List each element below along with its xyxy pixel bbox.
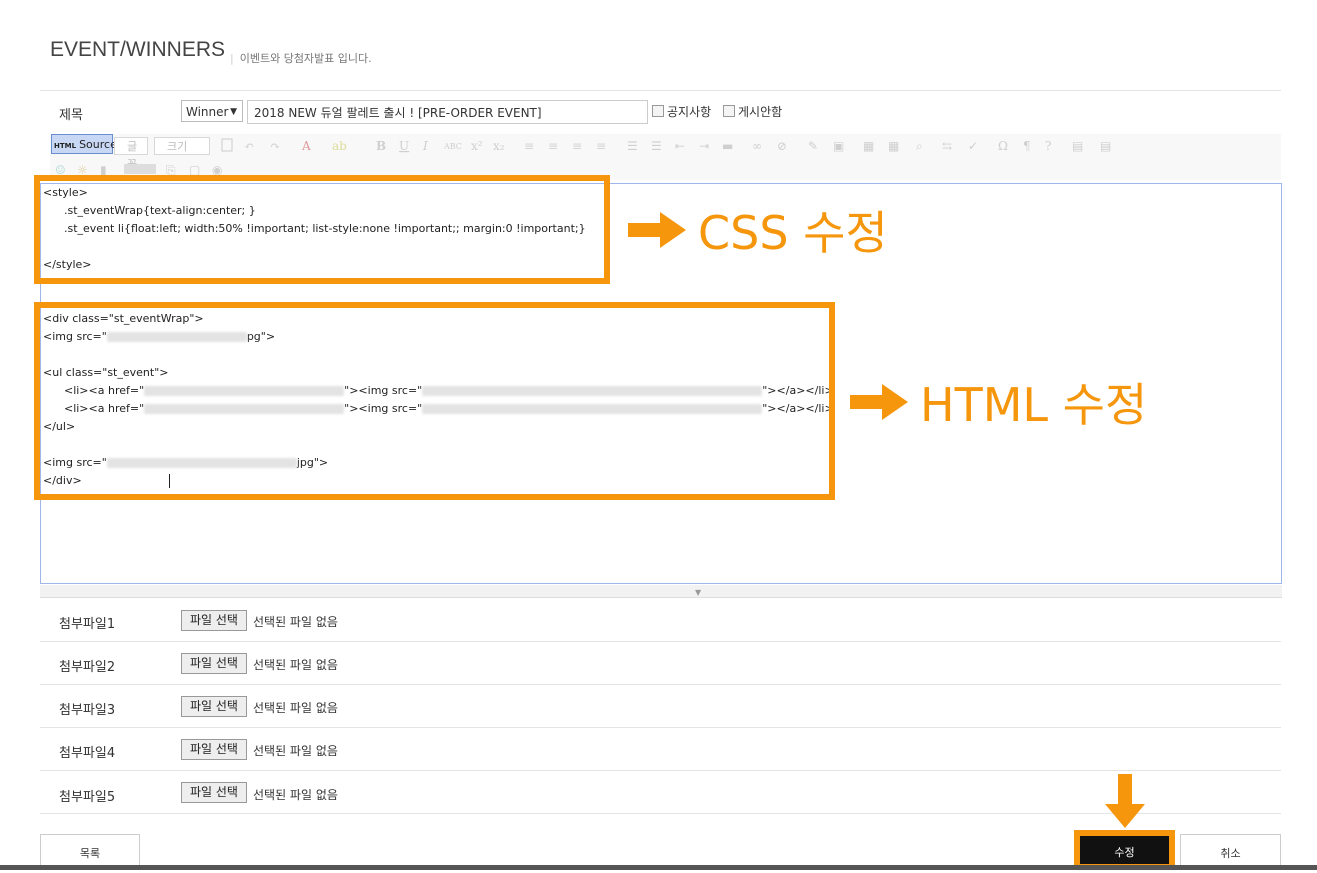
page-subtitle-text: 이벤트와 당첨자발표 입니다. [239, 52, 372, 65]
find-icon: ⌕ [916, 139, 923, 153]
font-combo-label: 글꼴 [127, 140, 138, 171]
file-status-4: 선택된 파일 없음 [253, 744, 338, 758]
undo-icon: ↶ [244, 139, 254, 153]
notice-checkbox-label: 공지사항 [667, 105, 712, 119]
caret-down-icon: ▼ [230, 107, 237, 117]
spell-icon: ✓ [968, 139, 978, 153]
divider [40, 727, 1281, 728]
category-select[interactable]: Winner ▼ [181, 100, 243, 122]
html-callout: HTML 수정 [920, 378, 1148, 432]
special-char-icon: Ω [998, 139, 1008, 153]
subject-label: 제목 [59, 108, 83, 123]
symbol-icon: ¶ [1023, 139, 1031, 153]
link-icon: ∞ [752, 139, 762, 153]
about-icon: ? [1045, 139, 1051, 153]
file-status-1: 선택된 파일 없음 [253, 615, 338, 629]
replace-icon: ⇆ [942, 139, 952, 153]
align-right-icon: ≡ [572, 139, 582, 153]
taskbar [0, 865, 1317, 870]
table2-icon: ▦ [888, 139, 899, 153]
italic-icon: I [422, 139, 428, 153]
editor-toolbar: HTML Source 글꼴 크기 ↶ ↷ A ab B U I ABC x² x… [50, 134, 1281, 180]
blocks-icon: ▤ [1100, 139, 1111, 153]
indent-icon: ⇥ [699, 139, 709, 153]
css-callout: CSS 수정 [698, 206, 888, 260]
css-highlight-box [34, 175, 610, 284]
new-page-icon [221, 138, 233, 152]
submit-button[interactable]: 수정 [1074, 830, 1175, 870]
resize-grip-icon: ▼ [695, 588, 702, 597]
file-select-button-3[interactable]: 파일 선택 [181, 696, 247, 717]
font-combo[interactable]: 글꼴 [114, 137, 148, 171]
divider [40, 770, 1281, 771]
html-highlight-box [34, 302, 835, 500]
subscript-icon: x₂ [493, 139, 505, 153]
arrow-down-icon [1105, 774, 1145, 828]
table-icon: ▦ [863, 139, 874, 153]
bold-icon: B [376, 139, 386, 153]
category-select-value: Winner [186, 105, 229, 119]
file-status-5: 선택된 파일 없음 [253, 788, 338, 802]
hidden-checkbox[interactable] [723, 105, 735, 117]
file-status-3: 선택된 파일 없음 [253, 701, 338, 715]
edit-icon: ✎ [808, 139, 818, 153]
ordered-list-icon: ☰ [627, 139, 638, 153]
attachment-label-3: 첨부파일3 [59, 703, 116, 718]
hidden-checkbox-label: 게시안함 [738, 105, 783, 119]
unlink-icon: ⊘ [777, 139, 787, 153]
arrow-right-icon [850, 384, 908, 420]
html-icon: HTML [54, 142, 77, 150]
divider [40, 813, 1281, 814]
attachment-label-1: 첨부파일1 [59, 617, 116, 632]
unordered-list-icon: ☰ [651, 139, 662, 153]
strike-icon: ABC [443, 142, 462, 151]
file-status-2: 선택된 파일 없음 [253, 658, 338, 672]
page-title: EVENT/WINNERS [50, 38, 226, 61]
size-combo-label: 크기 [167, 140, 188, 153]
notice-checkbox[interactable] [652, 105, 664, 117]
bg-color-icon: ab [332, 139, 347, 153]
divider [40, 641, 1281, 642]
image-icon: ▣ [833, 139, 844, 153]
hr-icon: ▬ [722, 139, 733, 153]
file-select-button-5[interactable]: 파일 선택 [181, 782, 247, 803]
attachment-label-5: 첨부파일5 [59, 790, 116, 805]
file-select-button-4[interactable]: 파일 선택 [181, 739, 247, 760]
divider [40, 684, 1281, 685]
attachment-label-2: 첨부파일2 [59, 660, 116, 675]
file-select-button-2[interactable]: 파일 선택 [181, 653, 247, 674]
subject-input[interactable] [247, 100, 648, 124]
page-subtitle: | 이벤트와 당첨자발표 입니다. [230, 52, 372, 65]
arrow-right-icon [628, 212, 686, 248]
editor-resize-handle[interactable]: ▼ [40, 585, 1282, 598]
superscript-icon: x² [471, 139, 483, 153]
text-color-icon: A [301, 139, 311, 153]
source-button-label: Source [79, 138, 117, 151]
align-center-icon: ≡ [548, 139, 558, 153]
outdent-icon: ⇤ [675, 139, 685, 153]
justify-icon: ≡ [596, 139, 606, 153]
underline-icon: U [399, 139, 409, 153]
align-left-icon: ≡ [524, 139, 534, 153]
divider [40, 90, 1281, 91]
redo-icon: ↷ [270, 139, 280, 153]
toolbar-icons: ↶ ↷ A ab B U I ABC x² x₂ ≡ ≡ ≡ ≡ ☰ ☰ ⇤ ⇥… [55, 138, 1111, 177]
size-combo[interactable]: 크기 [154, 137, 210, 155]
maximize-icon: ▤ [1072, 139, 1083, 153]
attachment-label-4: 첨부파일4 [59, 746, 116, 761]
file-select-button-1[interactable]: 파일 선택 [181, 610, 247, 631]
source-button[interactable]: HTML Source [51, 134, 117, 154]
